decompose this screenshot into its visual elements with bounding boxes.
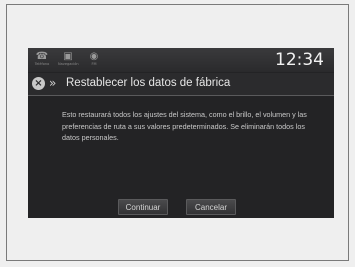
close-icon[interactable]: × — [32, 77, 45, 90]
clock: 12:34 — [275, 50, 324, 70]
phone-icon: ☎ — [35, 51, 49, 62]
dialog-title: Restablecer los datos de fábrica — [66, 77, 231, 89]
breadcrumb-chevron-icon: » — [49, 76, 57, 90]
dialog-message: Esto restaurará todos los ajustes del si… — [62, 110, 307, 143]
audio-shortcut[interactable]: ◉ FM — [84, 51, 104, 70]
phone-shortcut[interactable]: ☎ Teléfono — [32, 51, 52, 70]
infotainment-screen: ☎ Teléfono ▣ Navegación ◉ FM 12:34 × » R… — [28, 48, 334, 218]
status-bar: ☎ Teléfono ▣ Navegación ◉ FM 12:34 — [28, 48, 334, 72]
navigation-icon: ▣ — [63, 51, 73, 62]
fm-label: FM — [91, 62, 97, 66]
continue-button[interactable]: Continuar — [118, 199, 168, 215]
navigation-shortcut[interactable]: ▣ Navegación — [58, 51, 79, 70]
dialog-title-bar: × » Restablecer los datos de fábrica — [28, 73, 334, 96]
cancel-button[interactable]: Cancelar — [186, 199, 236, 215]
navigation-label: Navegación — [58, 62, 79, 66]
fm-radio-icon: ◉ — [89, 51, 99, 62]
phone-label: Teléfono — [34, 62, 50, 66]
